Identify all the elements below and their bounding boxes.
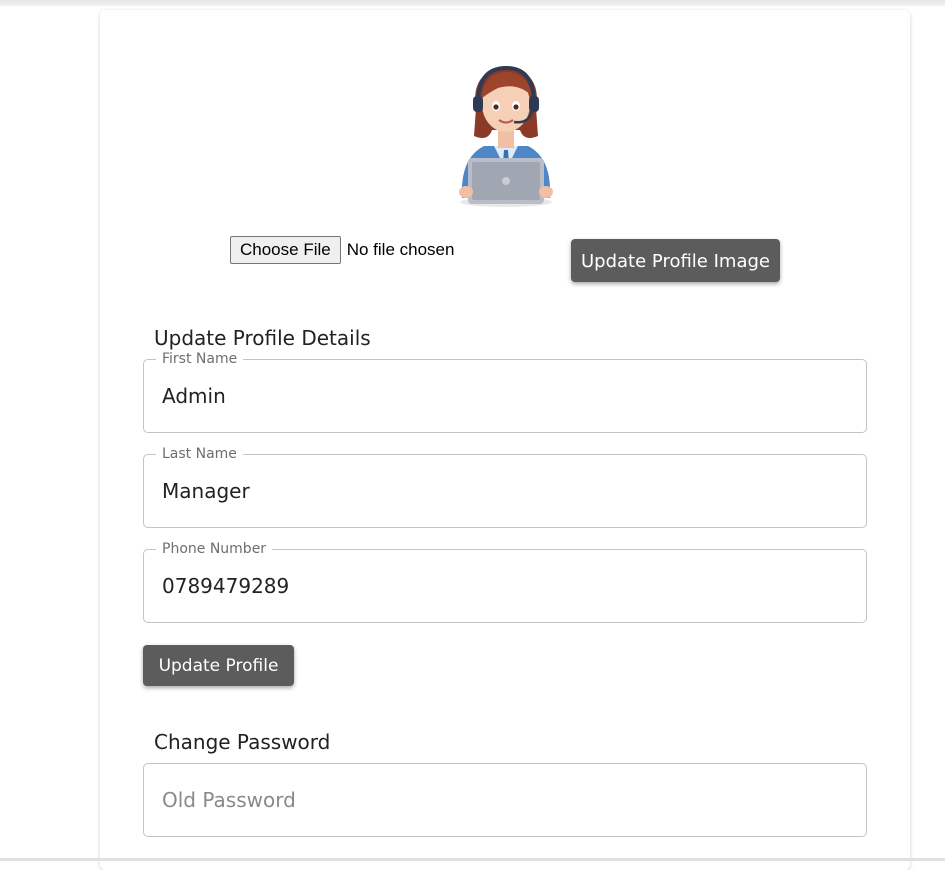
old-password-input[interactable]: [162, 764, 852, 836]
phone-number-input[interactable]: [162, 550, 852, 622]
file-status-text: No file chosen: [346, 240, 455, 259]
profile-details-title: Update Profile Details: [154, 326, 371, 350]
choose-file-button[interactable]: Choose File: [230, 236, 341, 264]
change-password-title: Change Password: [154, 730, 331, 754]
first-name-field[interactable]: First Name: [143, 350, 867, 433]
support-agent-avatar-icon: [459, 65, 553, 207]
update-profile-button[interactable]: Update Profile: [143, 645, 294, 686]
update-profile-image-button[interactable]: Update Profile Image: [571, 239, 780, 282]
file-input[interactable]: Choose File No file chosen: [230, 236, 454, 264]
first-name-input[interactable]: [162, 360, 852, 432]
old-password-field[interactable]: [143, 763, 867, 837]
last-name-input[interactable]: [162, 455, 852, 527]
last-name-field[interactable]: Last Name: [143, 445, 867, 528]
phone-number-field[interactable]: Phone Number: [143, 540, 867, 623]
top-bar: [0, 0, 945, 6]
